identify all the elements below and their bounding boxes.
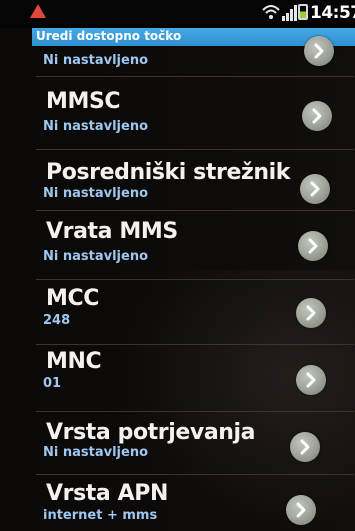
chevron-right-icon[interactable] <box>298 231 328 261</box>
chevron-right-icon[interactable] <box>300 174 330 204</box>
battery-icon <box>298 4 308 20</box>
android-screen: 14:57 Uredi dostopno točko Ni nastavljen… <box>0 0 355 531</box>
list-item-mmsc[interactable]: MMSC Ni nastavljeno <box>32 77 355 147</box>
list-item-value: Ni nastavljeno <box>43 119 149 134</box>
list-item-title: Vrsta potrjevanja <box>46 420 256 445</box>
chevron-right-icon[interactable] <box>290 432 320 462</box>
list-item-mnc[interactable]: MNC 01 <box>32 345 355 413</box>
list-item-value: Ni nastavljeno <box>43 186 149 201</box>
signal-icon <box>282 5 297 21</box>
list-item-apn-type[interactable]: Vrsta APN internet + mms <box>32 475 355 531</box>
list-item-title: Vrsta APN <box>46 481 168 506</box>
list-item-apn-partial[interactable]: Ni nastavljeno <box>32 36 355 72</box>
list-item-value: 248 <box>43 313 71 328</box>
list-item-value: internet + mms <box>43 508 158 523</box>
list-item-title: MNC <box>46 349 102 374</box>
page-title: Uredi dostopno točko <box>36 29 182 43</box>
list-item-title: Vrata MMS <box>46 219 178 244</box>
chevron-right-icon[interactable] <box>286 495 316 525</box>
list-item-value: 01 <box>43 376 62 391</box>
list-item-value: Ni nastavljeno <box>43 445 149 460</box>
list-item-value: Ni nastavljeno <box>43 53 149 68</box>
list-item-title: MCC <box>46 286 99 311</box>
chevron-right-icon[interactable] <box>296 298 326 328</box>
chevron-right-icon[interactable] <box>296 365 326 395</box>
list-item-mms-port[interactable]: Vrata MMS Ni nastavljeno <box>32 211 355 279</box>
wifi-icon <box>262 5 280 19</box>
list-item-mcc[interactable]: MCC 248 <box>32 280 355 344</box>
list-item-title: MMSC <box>46 89 121 114</box>
list-item-title: Posredniški strežnik MMS <box>46 160 298 185</box>
status-time: 14:57 <box>310 3 355 23</box>
status-bar: 14:57 <box>0 0 355 28</box>
chevron-right-icon[interactable] <box>302 101 332 131</box>
list-item-auth-type[interactable]: Vrsta potrjevanja Ni nastavljeno <box>32 412 355 480</box>
warning-icon <box>30 4 46 18</box>
chevron-right-icon[interactable] <box>304 36 334 66</box>
apn-settings-list: Ni nastavljeno MMSC Ni nastavljeno Posre… <box>32 36 355 531</box>
list-item-value: Ni nastavljeno <box>43 249 149 264</box>
